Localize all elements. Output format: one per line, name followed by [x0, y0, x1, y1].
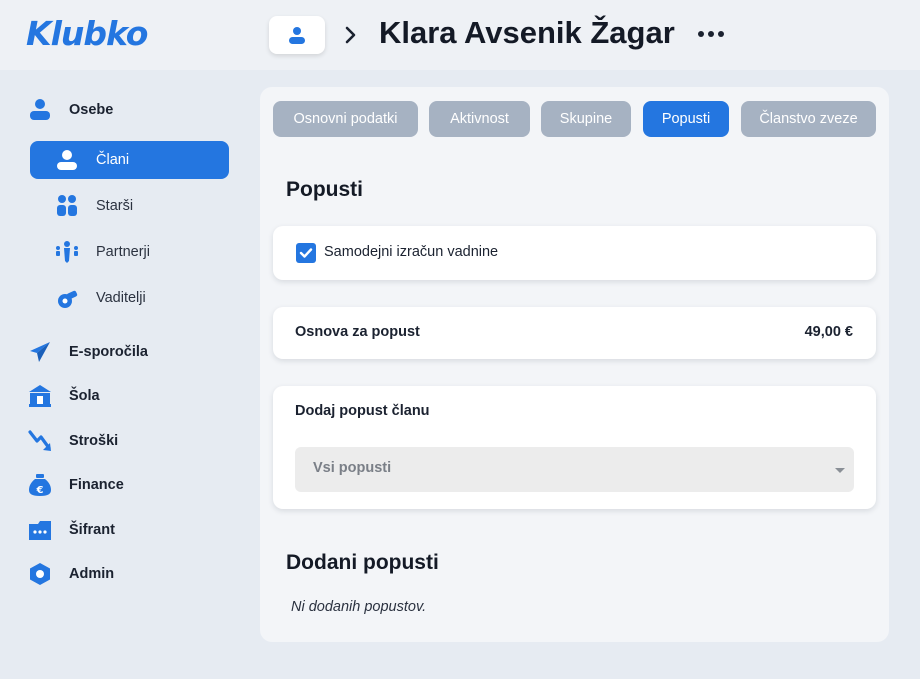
discount-base-card: Osnova za popust 49,00 € — [273, 307, 876, 359]
user-icon — [289, 27, 305, 44]
hexagon-icon — [28, 562, 52, 586]
sidebar-item-starsi[interactable]: Starši — [30, 188, 229, 224]
auto-calc-checkbox[interactable] — [296, 243, 316, 263]
school-icon — [28, 384, 52, 408]
send-icon — [28, 340, 52, 364]
parents-icon — [55, 194, 79, 218]
chevron-down-icon — [835, 468, 845, 473]
discounts-title: Popusti — [286, 178, 363, 201]
tab-popusti[interactable]: Popusti — [643, 101, 729, 137]
no-discounts-text: Ni dodanih popustov. — [291, 599, 427, 615]
auto-calc-card: Samodejni izračun vadnine — [273, 226, 876, 280]
user-icon — [28, 98, 52, 122]
whistle-icon — [55, 286, 79, 310]
more-horizontal-icon — [698, 31, 704, 37]
svg-text:€: € — [36, 485, 44, 496]
discount-select[interactable]: Vsi popusti — [295, 447, 854, 492]
app-logo[interactable]: Klubko — [26, 14, 148, 53]
add-discount-label: Dodaj popust članu — [295, 403, 430, 419]
partners-icon — [55, 240, 79, 264]
sidebar-item-vaditelji[interactable]: Vaditelji — [30, 280, 229, 316]
chevron-right-icon — [343, 24, 359, 46]
sidebar-item-clani[interactable]: Člani — [30, 141, 229, 179]
money-bag-icon: € — [28, 473, 52, 497]
tab-clanstvo-zveze[interactable]: Članstvo zveze — [741, 101, 876, 137]
sidebar-item-sifrant[interactable]: Šifrant — [28, 512, 228, 548]
page-title: Klara Avsenik Žagar — [379, 15, 675, 50]
trend-down-icon — [28, 429, 52, 453]
discount-select-value: Vsi popusti — [313, 460, 392, 476]
discount-base-value: 49,00 € — [804, 324, 853, 340]
auto-calc-label[interactable]: Samodejni izračun vadnine — [324, 244, 498, 260]
discount-base-label: Osnova za popust — [295, 324, 420, 340]
top-bar: Klubko Klara Avsenik Žagar — [0, 0, 920, 70]
sidebar-item-stroski[interactable]: Stroški — [28, 423, 228, 459]
tab-skupine[interactable]: Skupine — [541, 101, 631, 137]
codebook-icon — [28, 518, 52, 542]
member-icon — [55, 148, 79, 172]
sidebar-item-sola[interactable]: Šola — [28, 378, 228, 414]
member-avatar-button[interactable] — [269, 16, 325, 54]
check-icon — [299, 248, 313, 258]
sidebar-item-finance[interactable]: € Finance — [28, 467, 228, 503]
sidebar-item-admin[interactable]: Admin — [28, 556, 228, 592]
tab-aktivnost[interactable]: Aktivnost — [429, 101, 530, 137]
added-discounts-title: Dodani popusti — [286, 551, 439, 574]
more-options-button[interactable] — [695, 22, 727, 46]
sidebar-item-osebe[interactable]: Osebe — [28, 92, 228, 128]
tab-osnovni-podatki[interactable]: Osnovni podatki — [273, 101, 418, 137]
sidebar-item-e-sporocila[interactable]: E-sporočila — [28, 334, 228, 370]
add-discount-card: Dodaj popust članu Vsi popusti — [273, 386, 876, 509]
sidebar-item-partnerji[interactable]: Partnerji — [30, 234, 229, 270]
